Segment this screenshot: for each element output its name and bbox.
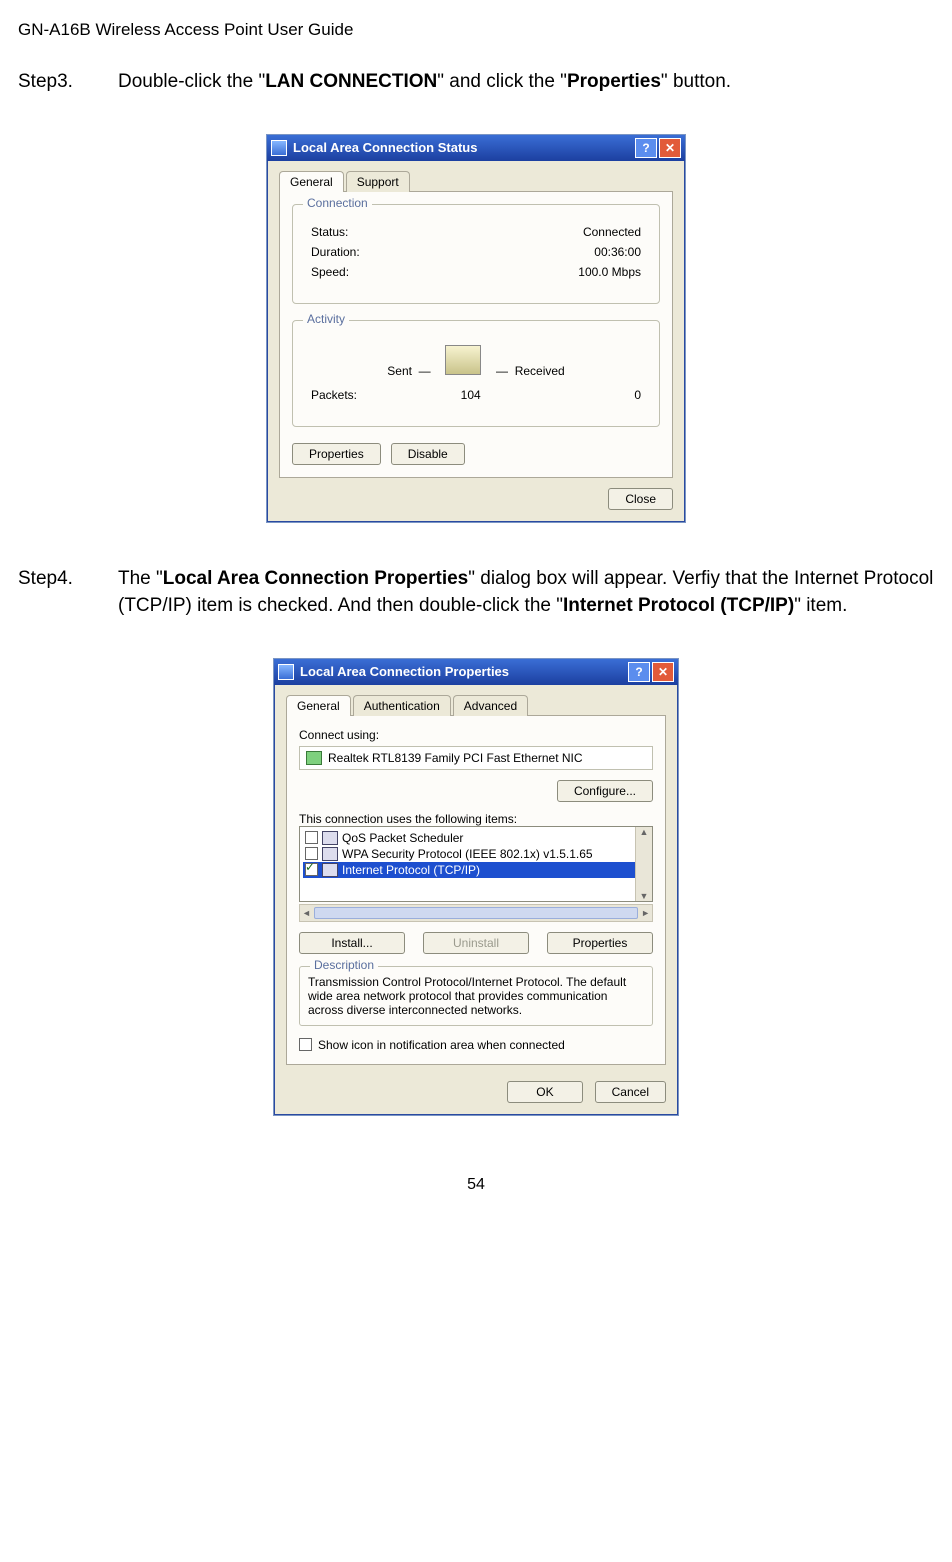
connection-group: Connection Status: Connected Duration: 0… [292, 204, 660, 304]
protocol-icon [322, 831, 338, 845]
items-listbox[interactable]: QoS Packet Scheduler WPA Security Protoc… [299, 826, 653, 902]
step4-pre: The " [118, 568, 163, 589]
step3-text: Double-click the "LAN CONNECTION" and cl… [118, 68, 934, 96]
packets-sent: 104 [357, 388, 584, 402]
protocol-icon [322, 863, 338, 877]
tab-support[interactable]: Support [346, 171, 410, 192]
properties-button[interactable]: Properties [292, 443, 381, 465]
item-tcpip-label: Internet Protocol (TCP/IP) [342, 863, 480, 877]
step3-bold1: LAN CONNECTION [265, 71, 437, 92]
activity-group: Activity Sent — — Received Packets: 104 [292, 320, 660, 427]
adapter-name: Realtek RTL8139 Family PCI Fast Ethernet… [328, 751, 583, 765]
scroll-thumb[interactable] [314, 907, 638, 919]
properties-titlebar: Local Area Connection Properties ? ✕ [274, 659, 678, 685]
received-label: Received [515, 364, 565, 378]
tab-authentication[interactable]: Authentication [353, 695, 451, 716]
connection-group-title: Connection [303, 196, 372, 210]
duration-label: Duration: [311, 245, 360, 259]
speed-value: 100.0 Mbps [578, 265, 641, 279]
status-value: Connected [583, 225, 641, 239]
page-number: 54 [18, 1176, 934, 1194]
step4-label: Step4. [18, 565, 118, 620]
checkbox-icon[interactable] [299, 1038, 312, 1051]
props-tabs: General Authentication Advanced [286, 695, 666, 716]
ok-button[interactable]: OK [507, 1081, 582, 1103]
connect-using-label: Connect using: [299, 728, 653, 742]
properties-title: Local Area Connection Properties [300, 664, 509, 679]
horizontal-scrollbar[interactable]: ◄ ► [299, 904, 653, 922]
step4-post: " item. [794, 595, 847, 616]
install-button[interactable]: Install... [299, 932, 405, 954]
item-qos-label: QoS Packet Scheduler [342, 831, 463, 845]
uninstall-button[interactable]: Uninstall [423, 932, 529, 954]
configure-button[interactable]: Configure... [557, 780, 653, 802]
item-wpa-label: WPA Security Protocol (IEEE 802.1x) v1.5… [342, 847, 593, 861]
window-icon [271, 140, 287, 156]
adapter-box: Realtek RTL8139 Family PCI Fast Ethernet… [299, 746, 653, 770]
tab-general[interactable]: General [279, 171, 344, 192]
step3-post: " button. [661, 71, 731, 92]
scroll-left-icon[interactable]: ◄ [302, 908, 311, 918]
speed-label: Speed: [311, 265, 349, 279]
packets-received: 0 [634, 388, 641, 402]
status-label: Status: [311, 225, 348, 239]
status-tabs: General Support [279, 171, 673, 192]
scroll-right-icon[interactable]: ► [641, 908, 650, 918]
activity-group-title: Activity [303, 312, 349, 326]
uses-items-label: This connection uses the following items… [299, 812, 653, 826]
cancel-button[interactable]: Cancel [595, 1081, 666, 1103]
item-properties-button[interactable]: Properties [547, 932, 653, 954]
status-window: Local Area Connection Status ? ✕ General… [266, 134, 686, 523]
description-title: Description [310, 958, 378, 972]
show-icon-label: Show icon in notification area when conn… [318, 1038, 565, 1052]
help-button-icon[interactable]: ? [628, 662, 650, 682]
step4-row: Step4. The "Local Area Connection Proper… [18, 565, 934, 620]
checkbox-icon[interactable] [305, 863, 318, 876]
description-text: Transmission Control Protocol/Internet P… [308, 975, 626, 1017]
list-item-qos[interactable]: QoS Packet Scheduler [303, 830, 649, 846]
sent-label: Sent [387, 364, 412, 378]
step4-text: The "Local Area Connection Properties" d… [118, 565, 934, 620]
status-title: Local Area Connection Status [293, 140, 477, 155]
close-button-icon[interactable]: ✕ [659, 138, 681, 158]
nic-icon [306, 751, 322, 765]
step4-bold2: Internet Protocol (TCP/IP) [563, 595, 794, 616]
page-header: GN-A16B Wireless Access Point User Guide [18, 20, 934, 40]
tab-general[interactable]: General [286, 695, 351, 716]
checkbox-icon[interactable] [305, 831, 318, 844]
disable-button[interactable]: Disable [391, 443, 465, 465]
list-item-tcpip[interactable]: Internet Protocol (TCP/IP) [303, 862, 649, 878]
checkbox-icon[interactable] [305, 847, 318, 860]
packets-label: Packets: [311, 388, 357, 402]
step3-row: Step3. Double-click the "LAN CONNECTION"… [18, 68, 934, 96]
step3-mid: " and click the " [437, 71, 567, 92]
properties-window: Local Area Connection Properties ? ✕ Gen… [273, 658, 679, 1116]
scroll-up-icon[interactable]: ▲ [640, 827, 649, 837]
vertical-scrollbar[interactable]: ▲▼ [635, 827, 652, 901]
description-box: Description Transmission Control Protoco… [299, 966, 653, 1026]
close-button-icon[interactable]: ✕ [652, 662, 674, 682]
network-activity-icon [445, 345, 481, 375]
step4-bold1: Local Area Connection Properties [163, 568, 468, 589]
step3-label: Step3. [18, 68, 118, 96]
step3-pre: Double-click the " [118, 71, 265, 92]
help-button-icon[interactable]: ? [635, 138, 657, 158]
status-titlebar: Local Area Connection Status ? ✕ [267, 135, 685, 161]
window-icon [278, 664, 294, 680]
scroll-down-icon[interactable]: ▼ [640, 891, 649, 901]
protocol-icon [322, 847, 338, 861]
duration-value: 00:36:00 [594, 245, 641, 259]
show-icon-row[interactable]: Show icon in notification area when conn… [299, 1038, 653, 1052]
close-button[interactable]: Close [608, 488, 673, 510]
tab-advanced[interactable]: Advanced [453, 695, 528, 716]
step3-bold2: Properties [567, 71, 661, 92]
list-item-wpa[interactable]: WPA Security Protocol (IEEE 802.1x) v1.5… [303, 846, 649, 862]
